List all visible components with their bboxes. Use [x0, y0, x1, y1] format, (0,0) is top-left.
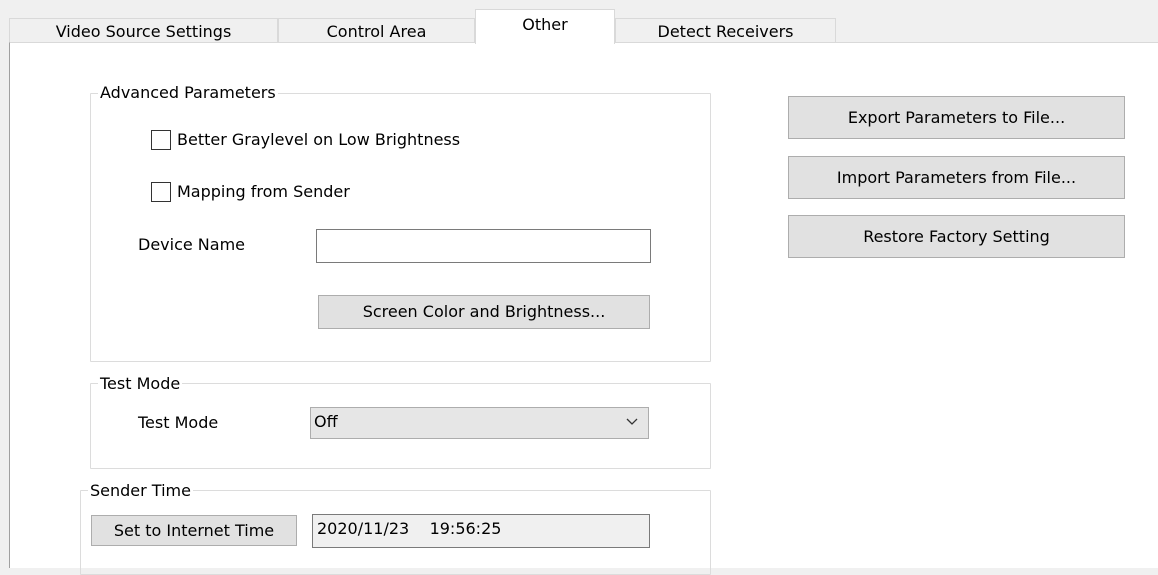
sender-time-field: 2020/11/23 19:56:25 [312, 514, 650, 548]
restore-factory-setting-button[interactable]: Restore Factory Setting [788, 215, 1125, 258]
sender-time-legend: Sender Time [88, 481, 193, 501]
device-name-label: Device Name [138, 235, 246, 254]
tab-video-source-settings[interactable]: Video Source Settings [9, 18, 278, 43]
better-graylevel-checkbox[interactable] [151, 130, 171, 150]
tab-other[interactable]: Other [475, 9, 615, 44]
tab-strip: Video Source Settings Control Area Other… [0, 0, 1158, 44]
test-mode-legend: Test Mode [98, 374, 183, 394]
export-parameters-button[interactable]: Export Parameters to File... [788, 96, 1125, 139]
set-to-internet-time-button[interactable]: Set to Internet Time [91, 515, 297, 546]
test-mode-label: Test Mode [138, 413, 219, 432]
tab-detect-receivers[interactable]: Detect Receivers [615, 18, 836, 43]
tab-control-area[interactable]: Control Area [278, 18, 475, 43]
mapping-from-sender-checkbox[interactable] [151, 182, 171, 202]
test-mode-dropdown[interactable]: Off [310, 407, 649, 439]
better-graylevel-label[interactable]: Better Graylevel on Low Brightness [177, 130, 460, 150]
advanced-parameters-legend: Advanced Parameters [98, 83, 278, 103]
test-mode-selected-value: Off [314, 412, 338, 431]
screen-color-brightness-button[interactable]: Screen Color and Brightness... [318, 295, 650, 329]
device-name-input[interactable] [316, 229, 651, 263]
mapping-from-sender-label[interactable]: Mapping from Sender [177, 182, 350, 202]
import-parameters-button[interactable]: Import Parameters from File... [788, 156, 1125, 199]
other-tab-panel: Advanced Parameters Better Graylevel on … [9, 42, 1158, 575]
chevron-down-icon [626, 418, 638, 425]
